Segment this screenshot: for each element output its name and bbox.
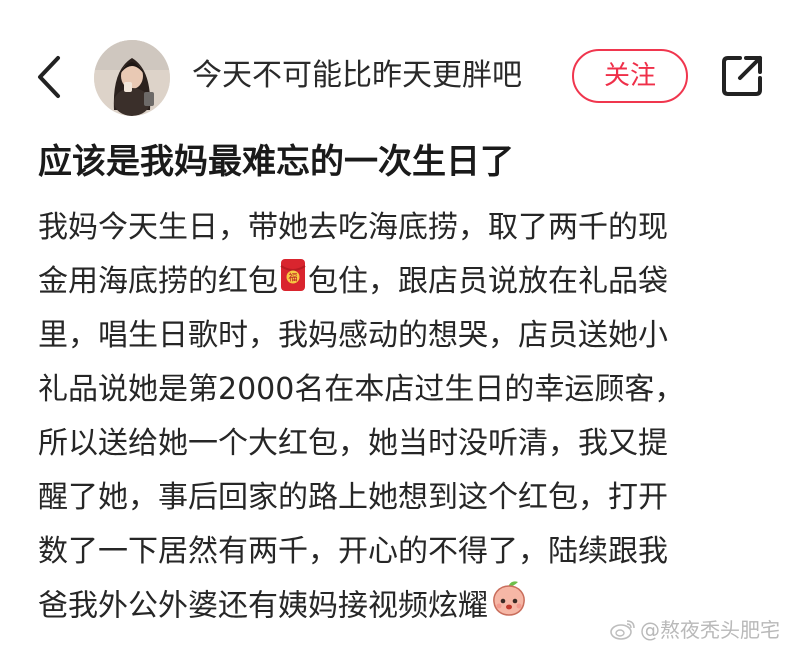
body-line: 金用海底捞的红包福包住，跟店员说放在礼品袋 [38, 255, 778, 309]
watermark: @熬夜秃头肥宅 [610, 614, 780, 645]
weibo-logo-icon [610, 618, 636, 645]
red-envelope-emoji: 福 [280, 256, 306, 310]
username[interactable]: 今天不可能比昨天更胖吧 [192, 56, 522, 96]
post-title: 应该是我妈最难忘的一次生日了 [38, 142, 514, 182]
chevron-left-icon [38, 56, 60, 98]
body-line: 里，唱生日歌时，我妈感动的想哭，店员送她小 [38, 318, 668, 353]
peach-emoji [490, 579, 528, 635]
avatar[interactable] [94, 40, 170, 116]
avatar-photo [94, 40, 170, 116]
body-line: 数了一下居然有两千，开心的不得了，陆续跟我 [38, 534, 668, 569]
post-header: 今天不可能比昨天更胖吧 关注 [0, 0, 800, 150]
body-line: 我妈今天生日，带她去吃海底捞，取了两千的现 [38, 210, 668, 245]
red-envelope-glyph: 福 [288, 271, 297, 283]
body-line-text: 金用海底捞的红包 [38, 264, 278, 299]
share-button[interactable] [718, 52, 766, 100]
post-body: 我妈今天生日，带她去吃海底捞，取了两千的现 金用海底捞的红包福包住，跟店员说放在… [38, 201, 778, 633]
share-external-icon [722, 56, 762, 96]
body-line: 所以送给她一个大红包，她当时没听清，我又提 [38, 426, 668, 461]
body-line-text: 爸我外公外婆还有姨妈接视频炫耀 [38, 588, 488, 624]
body-line: 礼品说她是第2000名在本店过生日的幸运顾客， [38, 372, 685, 407]
watermark-text: @熬夜秃头肥宅 [640, 618, 780, 642]
body-line: 醒了她，事后回家的路上她想到这个红包，打开 [38, 480, 668, 515]
back-button[interactable] [30, 52, 70, 102]
follow-button[interactable]: 关注 [572, 49, 688, 103]
body-line-text: 包住，跟店员说放在礼品袋 [308, 264, 668, 299]
post-page: 今天不可能比昨天更胖吧 关注 应该是我妈最难忘的一次生日了 我妈今天生日，带她去… [0, 0, 800, 650]
